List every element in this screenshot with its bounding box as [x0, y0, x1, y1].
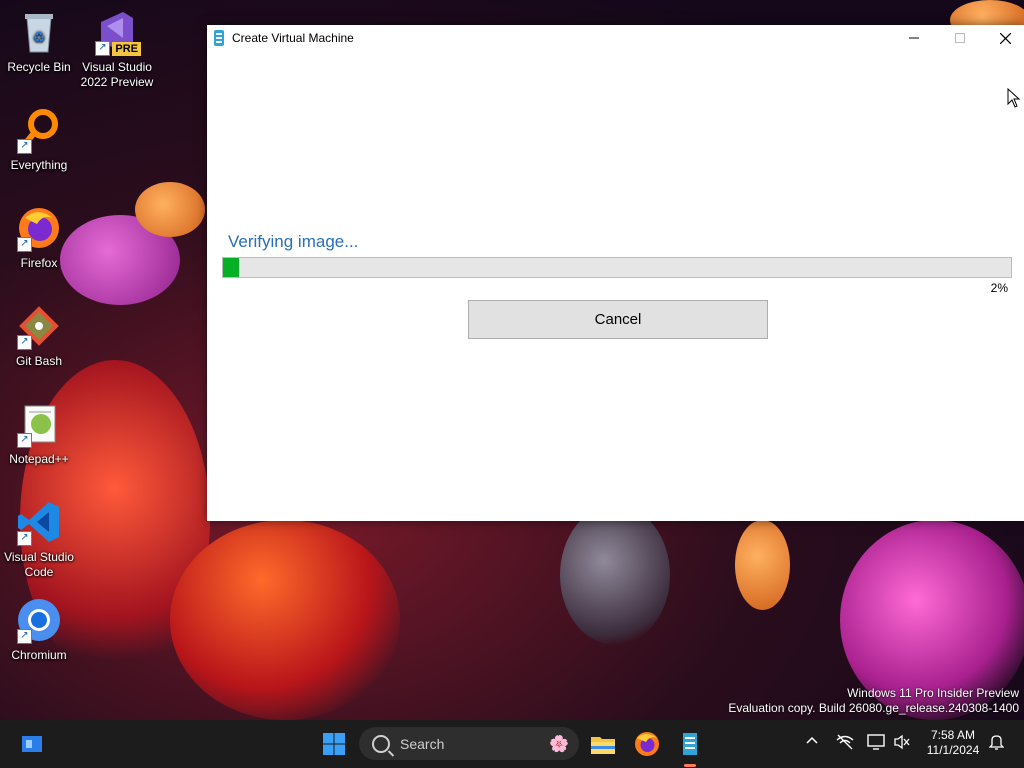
taskbar-firefox[interactable]: [631, 728, 663, 760]
taskbar: Search 🌸 7:58 AM 11/1/2024: [0, 720, 1024, 768]
shortcut-arrow-icon: ↗: [17, 531, 32, 546]
desktop-icon-firefox[interactable]: ↗ Firefox: [1, 204, 77, 271]
app-icon: [214, 30, 224, 46]
taskbar-create-vm-app[interactable]: [674, 728, 706, 767]
desktop-icon-git-bash[interactable]: ↗ Git Bash: [1, 302, 77, 369]
notepad-plus-plus-icon: ↗: [15, 400, 63, 448]
wallpaper-blob: [735, 520, 790, 610]
start-button[interactable]: [318, 728, 350, 760]
notification-bell-icon[interactable]: [988, 734, 1005, 753]
taskbar-clock[interactable]: 7:58 AM 11/1/2024: [920, 728, 986, 758]
desktop-icon-recycle-bin[interactable]: ♻ Recycle Bin: [1, 8, 77, 75]
wallpaper-blob: [135, 182, 205, 237]
progress-bar: [222, 257, 1012, 278]
desktop-icon-everything[interactable]: ↗ Everything: [1, 106, 77, 173]
visual-studio-icon: PRE ↗: [93, 8, 141, 56]
desktop-icon-label: Recycle Bin: [7, 60, 71, 74]
network-disconnected-icon[interactable]: [836, 734, 854, 753]
shortcut-arrow-icon: ↗: [17, 335, 32, 350]
file-explorer-icon: [591, 737, 615, 754]
desktop-icon-label: Visual Studio Code: [4, 550, 74, 579]
minimize-icon: [909, 37, 919, 39]
firefox-icon: ↗: [15, 204, 63, 252]
shortcut-arrow-icon: ↗: [17, 433, 32, 448]
windows-logo-icon: [323, 733, 345, 755]
minimize-button[interactable]: [891, 25, 937, 51]
vm-app-icon: [683, 733, 697, 755]
close-button[interactable]: [982, 25, 1024, 51]
clock-time: 7:58 AM: [930, 728, 976, 742]
svg-text:♻: ♻: [33, 29, 46, 45]
maximize-button[interactable]: [937, 25, 983, 51]
shortcut-arrow-icon: ↗: [17, 139, 32, 154]
widgets-icon: [22, 736, 42, 752]
vscode-icon: ↗: [15, 498, 63, 546]
firefox-icon: [635, 732, 659, 756]
close-icon: [999, 32, 1011, 44]
everything-search-icon: ↗: [15, 106, 63, 154]
git-bash-icon: ↗: [15, 302, 63, 350]
shortcut-arrow-icon: ↗: [95, 41, 110, 56]
search-icon: [372, 734, 390, 753]
progress-percent-label: 2%: [990, 281, 1008, 295]
desktop-icon-label: Firefox: [20, 256, 58, 270]
clock-date: 11/1/2024: [926, 743, 980, 757]
desktop-icon-label: Visual Studio 2022 Preview: [80, 60, 154, 89]
search-highlight-icon: 🌸: [549, 735, 569, 753]
status-text: Verifying image...: [228, 232, 359, 251]
desktop-icon-label: Chromium: [11, 648, 67, 662]
desktop-icon-visual-studio-2022-preview[interactable]: PRE ↗ Visual Studio 2022 Preview: [79, 8, 155, 90]
window-titlebar[interactable]: Create Virtual Machine: [207, 25, 1024, 51]
shortcut-arrow-icon: ↗: [17, 237, 32, 252]
taskbar-file-explorer[interactable]: [587, 728, 619, 760]
windows-watermark: Windows 11 Pro Insider Preview Evaluatio…: [728, 686, 1019, 716]
create-vm-window: Create Virtual Machine Verifying image..…: [207, 25, 1024, 521]
shortcut-arrow-icon: ↗: [17, 629, 32, 644]
preview-badge: PRE: [112, 42, 141, 56]
desktop-icon-label: Notepad++: [9, 452, 69, 466]
desktop-icon-label: Everything: [10, 158, 68, 172]
desktop-icon-chromium[interactable]: ↗ Chromium: [1, 596, 77, 663]
show-hidden-icons-chevron-icon[interactable]: [806, 734, 818, 750]
cancel-button[interactable]: Cancel: [468, 300, 768, 339]
maximize-icon: [955, 33, 965, 43]
active-app-indicator: [684, 764, 696, 767]
progress-bar-fill: [223, 258, 239, 277]
wallpaper-blob: [560, 505, 670, 645]
desktop-icon-notepad-plus-plus[interactable]: ↗ Notepad++: [1, 400, 77, 467]
watermark-build: Evaluation copy. Build 26080.ge_release.…: [728, 701, 1019, 715]
desktop-icon-label: Git Bash: [15, 354, 63, 368]
wallpaper-blob: [170, 520, 400, 720]
window-title: Create Virtual Machine: [232, 31, 354, 45]
watermark-edition: Windows 11 Pro Insider Preview: [847, 686, 1019, 700]
mouse-cursor-icon: [1007, 88, 1021, 108]
desktop-icon-visual-studio-code[interactable]: ↗ Visual Studio Code: [1, 498, 77, 580]
recycle-bin-icon: ♻: [15, 8, 63, 56]
chromium-icon: ↗: [15, 596, 63, 644]
volume-muted-icon[interactable]: [894, 734, 910, 753]
taskbar-search-box[interactable]: Search 🌸: [359, 727, 579, 760]
search-placeholder: Search: [400, 735, 445, 752]
widgets-button[interactable]: [16, 728, 48, 760]
display-icon[interactable]: [867, 734, 885, 753]
